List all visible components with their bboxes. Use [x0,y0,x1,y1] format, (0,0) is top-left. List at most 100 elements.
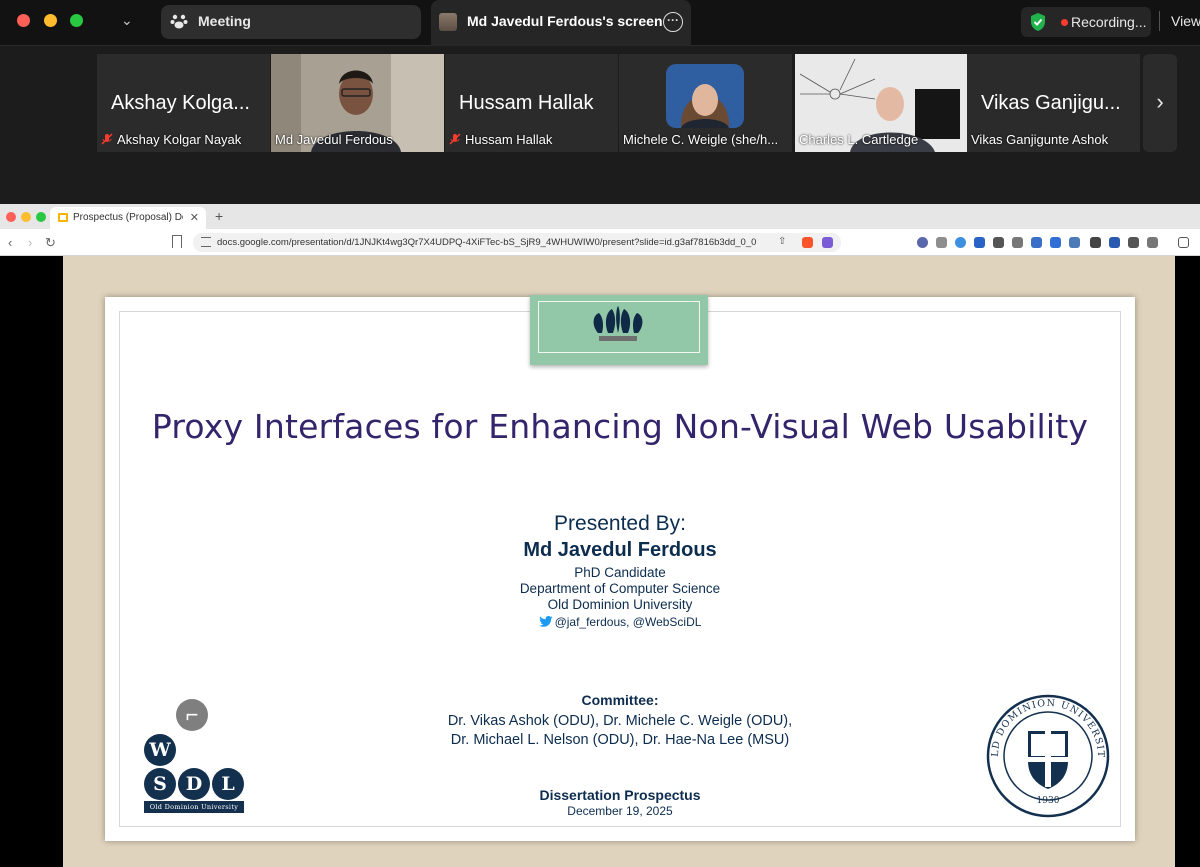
recording-indicator[interactable]: Recording... [1021,7,1151,37]
presented-by-label: Presented By: [554,512,686,535]
slide-title: Proxy Interfaces for Enhancing Non-Visua… [151,407,1089,446]
extension-icon[interactable] [1050,237,1061,248]
more-options-icon[interactable]: ··· [663,12,683,32]
committee-label: Committee: [581,692,659,708]
divider [1159,11,1160,31]
extension-icon[interactable] [993,237,1004,248]
presenter-name: Md Javedul Ferdous [523,539,717,561]
participants-strip: Akshay Kolga... Akshay Kolgar Nayak Md J… [0,46,1200,204]
minimize-window-button[interactable] [21,212,31,222]
participant-tile[interactable]: Md Javedul Ferdous [271,54,444,152]
participant-tile[interactable]: Vikas Ganjigu... Vikas Ganjigunte Ashok [967,54,1140,152]
next-participants-button[interactable]: › [1143,54,1177,152]
svg-text:1930: 1930 [1037,796,1060,806]
odu-seal-icon: OLD DOMINION UNIVERSITY 1930 [985,693,1110,818]
zoom-title-bar: ⌄ Meeting Md Javedul Ferdous's screen ··… [0,0,1200,46]
participant-name-display: Hussam Hallak [459,92,594,114]
logo-letter: W [144,734,176,766]
url-text: docs.google.com/presentation/d/1JNJKt4wg… [217,237,757,248]
browser-tab-bar: Prospectus (Proposal) Defense ✕ + [0,204,1200,229]
presentation-slide[interactable]: Proxy Interfaces for Enhancing Non-Visua… [63,256,1175,867]
crown-banner [530,295,708,365]
social-handles-text: @jaf_ferdous, @WebSciDL [554,615,702,629]
extension-icon[interactable] [917,237,928,248]
new-tab-button[interactable]: + [215,208,223,224]
sidebar-toggle-icon[interactable] [1178,237,1189,248]
bookmark-icon[interactable] [172,235,182,248]
meeting-tab[interactable]: Meeting [161,5,421,39]
wsdl-logo-mark: ⌐ [176,699,208,731]
participant-tile[interactable]: Hussam Hallak Hussam Hallak [445,54,618,152]
crown-icon [593,306,643,341]
mail-icon[interactable] [936,237,947,248]
close-tab-icon[interactable]: ✕ [190,211,199,224]
shield-icon [1031,13,1045,31]
browser-tab-title: Prospectus (Proposal) Defense [73,212,183,223]
slide-card: Proxy Interfaces for Enhancing Non-Visua… [105,295,1135,841]
close-window-button[interactable] [17,14,30,27]
extension-icon[interactable] [1147,237,1158,248]
brave-shields-icon[interactable] [802,237,813,248]
close-window-button[interactable] [6,212,16,222]
url-field[interactable]: docs.google.com/presentation/d/1JNJKt4wg… [193,233,841,252]
extension-icon[interactable] [955,237,966,248]
extensions-puzzle-icon[interactable] [1128,237,1139,248]
recording-dot-icon [1061,19,1068,26]
forward-icon[interactable]: › [28,235,32,250]
view-button[interactable]: View [1171,13,1200,29]
muted-mic-icon [449,133,461,145]
participant-tile[interactable]: Charles L. Cartledge [795,54,968,152]
participant-caption: Michele C. Weigle (she/h... [623,132,779,147]
screen-share-tab[interactable]: Md Javedul Ferdous's screen ··· [431,0,691,46]
back-icon[interactable]: ‹ [8,235,12,250]
participant-caption: Akshay Kolgar Nayak [101,132,241,147]
presenter-department: Department of Computer Science [519,581,721,596]
extension-icon[interactable] [1012,237,1023,248]
address-bar: ‹ › ↻ docs.google.com/presentation/d/1JN… [0,229,1200,256]
twitter-icon [538,616,553,627]
extension-icon[interactable] [974,237,985,248]
rewards-icon[interactable] [822,237,833,248]
logo-letter: D [178,768,210,800]
presentation-date: December 19, 2025 [567,804,673,818]
presenter-university: Old Dominion University [547,597,693,612]
slides-icon [58,213,68,222]
participant-name-display: Akshay Kolga... [111,92,250,114]
site-settings-icon[interactable] [201,237,211,247]
document-type: Dissertation Prospectus [539,787,701,803]
wsdl-logo: ⌐ W S D L Old Dominion University [144,699,254,814]
logo-caption: Old Dominion University [144,801,244,813]
fullscreen-window-button[interactable] [70,14,83,27]
participant-caption: Md Javedul Ferdous [275,132,393,147]
participant-tile-active[interactable]: Michele C. Weigle (she/h... [619,54,792,152]
fullscreen-window-button[interactable] [36,212,46,222]
recording-label: Recording... [1071,14,1147,30]
meeting-tab-label: Meeting [198,13,251,29]
screen-share-tab-label: Md Javedul Ferdous's screen [467,13,663,29]
participant-tile[interactable]: Akshay Kolga... Akshay Kolgar Nayak [97,54,270,152]
extension-icon[interactable] [1069,237,1080,248]
reload-icon[interactable]: ↻ [45,235,56,251]
committee-members-line: Dr. Michael L. Nelson (ODU), Dr. Hae-Na … [450,732,790,748]
minimize-window-button[interactable] [44,14,57,27]
participant-caption: Hussam Hallak [449,132,552,147]
logo-letter: S [144,768,176,800]
paw-icon [170,14,188,29]
extension-icon[interactable] [1031,237,1042,248]
committee-members-line: Dr. Vikas Ashok (ODU), Dr. Michele C. We… [447,713,793,729]
participant-caption-text: Akshay Kolgar Nayak [117,132,242,147]
social-handles: @jaf_ferdous, @WebSciDL [105,615,1135,629]
participant-caption: Charles L. Cartledge [799,132,919,147]
share-icon[interactable]: ⇧ [778,236,786,247]
presenter-degree: PhD Candidate [574,565,666,580]
participant-name-display: Vikas Ganjigu... [981,92,1121,114]
participant-caption-text: Hussam Hallak [465,132,553,147]
muted-mic-icon [101,133,113,145]
extension-icon[interactable] [1090,237,1101,248]
participant-caption: Vikas Ganjigunte Ashok [971,132,1109,147]
extension-icon[interactable] [1109,237,1120,248]
logo-letter: L [212,768,244,800]
chevron-down-icon[interactable]: ⌄ [121,12,133,29]
avatar [439,13,457,31]
browser-tab[interactable]: Prospectus (Proposal) Defense ✕ [50,207,206,229]
